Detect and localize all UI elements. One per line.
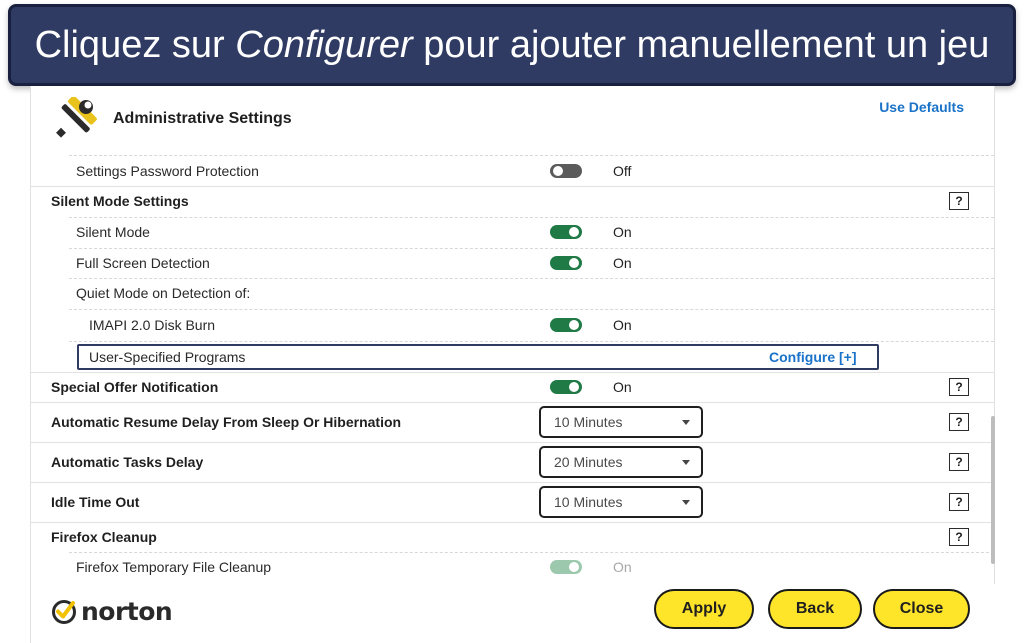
help-icon[interactable]: ? bbox=[949, 528, 969, 546]
resume-delay-label: Automatic Resume Delay From Sleep Or Hib… bbox=[51, 414, 402, 430]
close-button[interactable]: Close bbox=[873, 589, 970, 629]
row-firefox-cleanup: Firefox Cleanup ? bbox=[39, 522, 994, 552]
norton-logo: norton bbox=[51, 597, 173, 626]
footer: norton Apply Back Close bbox=[31, 584, 996, 643]
row-imapi: IMAPI 2.0 Disk Burn On bbox=[39, 309, 994, 341]
tasks-delay-select[interactable]: 20 Minutes bbox=[539, 446, 703, 478]
row-idle-timeout: Idle Time Out 10 Minutes ? bbox=[39, 482, 994, 522]
help-icon[interactable]: ? bbox=[949, 378, 969, 396]
row-resume-delay: Automatic Resume Delay From Sleep Or Hib… bbox=[39, 402, 994, 442]
idle-timeout-select[interactable]: 10 Minutes bbox=[539, 486, 703, 518]
row-silent-mode-section: Silent Mode Settings ? bbox=[39, 186, 994, 216]
configure-link[interactable]: Configure [+] bbox=[769, 349, 857, 365]
idle-timeout-label: Idle Time Out bbox=[51, 494, 140, 510]
silent-mode-state: On bbox=[613, 224, 632, 240]
full-screen-state: On bbox=[613, 255, 632, 271]
firefox-cleanup-label: Firefox Cleanup bbox=[51, 529, 157, 545]
settings-window: Administrative Settings Use Defaults Set… bbox=[30, 86, 996, 643]
full-screen-label: Full Screen Detection bbox=[76, 255, 210, 271]
imapi-toggle[interactable] bbox=[550, 318, 582, 332]
tools-icon bbox=[56, 97, 97, 138]
row-password-protection: Settings Password Protection Off bbox=[39, 156, 994, 186]
imapi-state: On bbox=[613, 317, 632, 333]
silent-mode-section-label: Silent Mode Settings bbox=[51, 193, 189, 209]
imapi-label: IMAPI 2.0 Disk Burn bbox=[89, 317, 216, 333]
silent-mode-label: Silent Mode bbox=[76, 224, 150, 240]
quiet-mode-label: Quiet Mode on Detection of: bbox=[76, 285, 251, 301]
firefox-temp-toggle[interactable] bbox=[550, 560, 582, 574]
password-protection-label: Settings Password Protection bbox=[76, 163, 259, 179]
help-icon[interactable]: ? bbox=[949, 192, 969, 210]
banner-emphasis: Configurer bbox=[235, 23, 413, 66]
row-full-screen: Full Screen Detection On bbox=[39, 248, 994, 278]
idle-timeout-value: 10 Minutes bbox=[554, 494, 623, 510]
admin-title: Administrative Settings bbox=[113, 110, 292, 127]
row-firefox-temp: Firefox Temporary File Cleanup On bbox=[39, 552, 994, 582]
brand-name: norton bbox=[81, 597, 173, 626]
user-programs-label: User-Specified Programs bbox=[89, 349, 246, 365]
admin-header: Administrative Settings bbox=[53, 96, 292, 142]
row-quiet-mode: Quiet Mode on Detection of: bbox=[39, 278, 994, 308]
special-offer-state: On bbox=[613, 379, 632, 395]
banner-suffix: pour ajouter manuellement un jeu bbox=[412, 23, 990, 66]
help-icon[interactable]: ? bbox=[949, 413, 969, 431]
silent-mode-toggle[interactable] bbox=[550, 225, 582, 239]
help-icon[interactable]: ? bbox=[949, 493, 969, 511]
chevron-down-icon bbox=[682, 500, 690, 505]
help-icon[interactable]: ? bbox=[949, 453, 969, 471]
chevron-down-icon bbox=[682, 420, 690, 425]
special-offer-toggle[interactable] bbox=[550, 380, 582, 394]
row-tasks-delay: Automatic Tasks Delay 20 Minutes ? bbox=[39, 442, 994, 482]
tasks-delay-label: Automatic Tasks Delay bbox=[51, 454, 204, 470]
instruction-banner: Cliquez sur Configurer pour ajouter manu… bbox=[8, 4, 1016, 86]
firefox-temp-label: Firefox Temporary File Cleanup bbox=[76, 559, 272, 575]
checkmark-logo-icon bbox=[52, 599, 76, 624]
back-button[interactable]: Back bbox=[768, 589, 862, 629]
resume-delay-value: 10 Minutes bbox=[554, 414, 623, 430]
use-defaults-link[interactable]: Use Defaults bbox=[879, 99, 964, 115]
row-silent-mode: Silent Mode On bbox=[39, 217, 994, 247]
chevron-down-icon bbox=[682, 460, 690, 465]
banner-prefix: Cliquez sur bbox=[34, 23, 236, 66]
password-protection-state: Off bbox=[613, 163, 632, 179]
password-protection-toggle[interactable] bbox=[550, 164, 582, 178]
resume-delay-select[interactable]: 10 Minutes bbox=[539, 406, 703, 438]
row-special-offer: Special Offer Notification On ? bbox=[39, 372, 994, 402]
apply-button[interactable]: Apply bbox=[654, 589, 754, 629]
full-screen-toggle[interactable] bbox=[550, 256, 582, 270]
firefox-temp-state: On bbox=[613, 559, 632, 575]
tasks-delay-value: 20 Minutes bbox=[554, 454, 623, 470]
scrollbar[interactable] bbox=[991, 416, 995, 564]
special-offer-label: Special Offer Notification bbox=[51, 379, 219, 395]
